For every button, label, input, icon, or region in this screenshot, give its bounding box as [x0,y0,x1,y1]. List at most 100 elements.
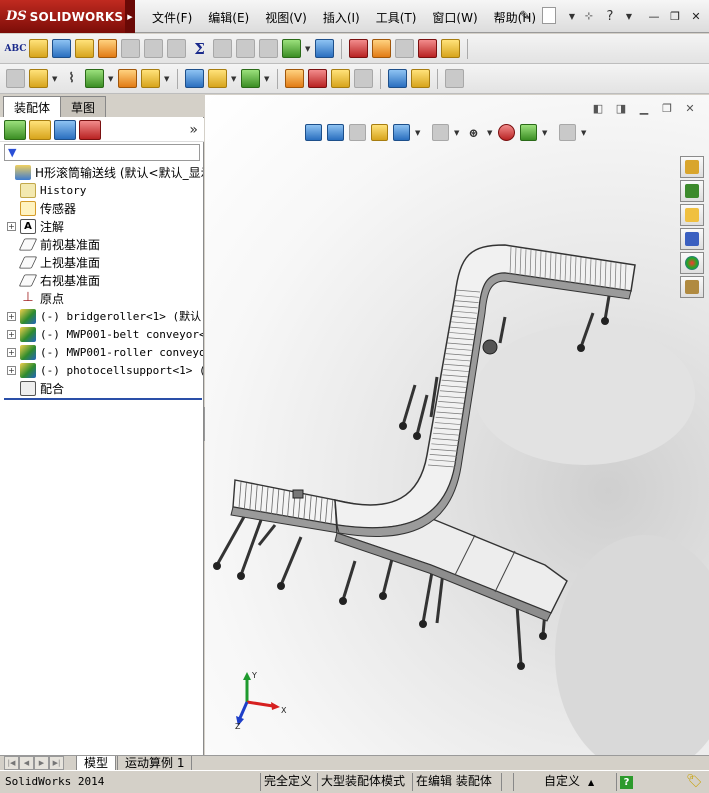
expand-tabs-icon[interactable]: » [189,122,198,138]
display-style-icon[interactable] [432,124,449,141]
section-properties-icon[interactable] [75,39,94,58]
expand-icon[interactable]: + [7,329,16,339]
solidworks-resources-tab[interactable] [680,156,704,178]
tree-filter-input[interactable]: ▼ [4,144,200,161]
expand-icon[interactable]: + [7,221,16,231]
tree-root-assembly[interactable]: H形滚筒输送线 (默认<默认_显示 [0,163,203,181]
macro-icon[interactable] [349,39,368,58]
compare-documents-icon[interactable] [282,39,301,58]
tree-item[interactable]: + (-) bridgeroller<1> (默认) [0,307,203,325]
first-tab-icon[interactable]: |◀ [4,756,19,770]
smart-fasteners-icon[interactable] [118,69,137,88]
design-library-tab[interactable] [680,180,704,202]
new-motion-study-icon[interactable] [285,69,304,88]
viewport-restore-icon[interactable]: ❐ [660,101,674,115]
clearance-verification-icon[interactable] [236,39,255,58]
hide-show-dropdown-icon[interactable]: ▼ [487,129,493,137]
markup-icon[interactable] [395,39,414,58]
measure-icon[interactable] [372,39,391,58]
features-dropdown-icon[interactable]: ▼ [231,75,237,83]
view-settings-dropdown-icon[interactable]: ▼ [581,129,587,137]
new-part-dropdown-icon[interactable]: ▼ [52,75,58,83]
viewport-close-icon[interactable]: ✕ [683,101,697,115]
apply-scene-icon[interactable] [520,124,537,141]
expand-icon[interactable]: + [7,311,16,321]
view-orientation-icon[interactable] [393,124,410,141]
last-tab-icon[interactable]: ▶| [49,756,64,770]
spell-check-icon[interactable]: ABC [5,39,27,58]
move-component-icon[interactable] [141,69,160,88]
performance-evaluation-icon[interactable] [98,39,117,58]
geometry-analysis-icon[interactable] [144,39,163,58]
tree-item[interactable]: History [0,181,203,199]
reference-dropdown-icon[interactable]: ▼ [264,75,270,83]
import-diagnostics-icon[interactable] [167,39,186,58]
units-selector[interactable]: 自定义 ▲ [513,773,609,791]
zoom-to-area-icon[interactable] [327,124,344,141]
expand-icon[interactable]: + [7,365,16,375]
tree-item[interactable]: + (-) MWP001-belt conveyor<1 [0,325,203,343]
zoom-to-fit-icon[interactable] [305,124,322,141]
solidworks-logo[interactable]: DS SOLIDWORKS ▶ [0,0,135,33]
options-icon[interactable]: ⊹ [580,7,598,25]
menu-edit[interactable]: 编辑(E) [200,9,257,26]
interference-icon[interactable] [388,69,407,88]
linear-pattern-icon[interactable] [85,69,104,88]
prev-tab-icon[interactable]: ◀ [19,756,34,770]
display-manager-icon[interactable] [79,119,101,140]
move-dropdown-icon[interactable]: ▼ [164,75,170,83]
equations-icon[interactable]: Σ [190,39,209,58]
help-icon[interactable]: ? [601,7,619,25]
previous-view-icon[interactable] [349,124,366,141]
tree-item[interactable]: 右视基准面 [0,271,203,289]
tree-item[interactable]: + (-) MWP001-roller conveyor [0,343,203,361]
new-document-icon[interactable] [542,7,556,24]
feature-tree-icon[interactable] [4,119,26,140]
close-icon[interactable]: ✕ [687,8,705,24]
tag-icon[interactable]: 🏷 [683,773,703,791]
tab-sketch[interactable]: 草图 [60,96,107,117]
next-tab-icon[interactable]: ▶ [34,756,49,770]
viewport-previous-icon[interactable]: ◧ [591,101,605,115]
tab-assembly[interactable]: 装配体 [3,96,62,117]
tree-item[interactable]: 传感器 [0,199,203,217]
logo-flyout-arrow-icon[interactable]: ▶ [125,0,135,33]
tree-item[interactable]: 配合 [0,379,203,397]
menu-window[interactable]: 窗口(W) [424,9,485,26]
explode-line-sketch-icon[interactable] [354,69,373,88]
graphics-area[interactable]: ◧ ◨ ▁ ❐ ✕ ▼ ▼ ⊛ ▼ ▼ ▼ Y X Z [205,95,709,755]
viewport-next-icon[interactable]: ◨ [614,101,628,115]
pin-menu-icon[interactable]: ✎ [516,7,534,25]
clearance-icon[interactable] [411,69,430,88]
menu-file[interactable]: 文件(F) [146,9,200,26]
menu-tools[interactable]: 工具(T) [368,9,425,26]
new-dropdown-icon[interactable]: ▼ [563,7,581,25]
instant3d-icon[interactable] [445,69,464,88]
hole-alignment-icon[interactable] [259,39,278,58]
show-hidden-icon[interactable] [185,69,204,88]
scene-dropdown-icon[interactable]: ▼ [542,129,548,137]
tab-model[interactable]: 模型 [76,756,117,771]
appearance-icon[interactable] [418,39,437,58]
minimize-icon[interactable]: — [645,8,663,24]
viewport-minimize-icon[interactable]: ▁ [637,101,651,115]
check-icon[interactable] [121,39,140,58]
interference-detection-icon[interactable] [213,39,232,58]
file-explorer-tab[interactable] [680,204,704,226]
tree-item[interactable]: + A 注解 [0,217,203,235]
help-dropdown-icon[interactable]: ▼ [620,7,638,25]
tree-item[interactable]: 前视基准面 [0,235,203,253]
insert-components-icon[interactable] [6,69,25,88]
pattern-dropdown-icon[interactable]: ▼ [108,75,114,83]
custom-properties-tab[interactable] [680,276,704,298]
photoview-icon[interactable] [441,39,460,58]
tree-item[interactable]: + (-) photocellsupport<1> (默 [0,361,203,379]
balance-icon[interactable] [52,39,71,58]
assembly-features-icon[interactable] [208,69,227,88]
edit-appearance-icon[interactable] [498,124,515,141]
exploded-view-icon[interactable] [331,69,350,88]
mass-properties-icon[interactable] [29,39,48,58]
section-view-icon[interactable] [371,124,388,141]
design-checker-icon[interactable] [315,39,334,58]
tree-item[interactable]: 上视基准面 [0,253,203,271]
